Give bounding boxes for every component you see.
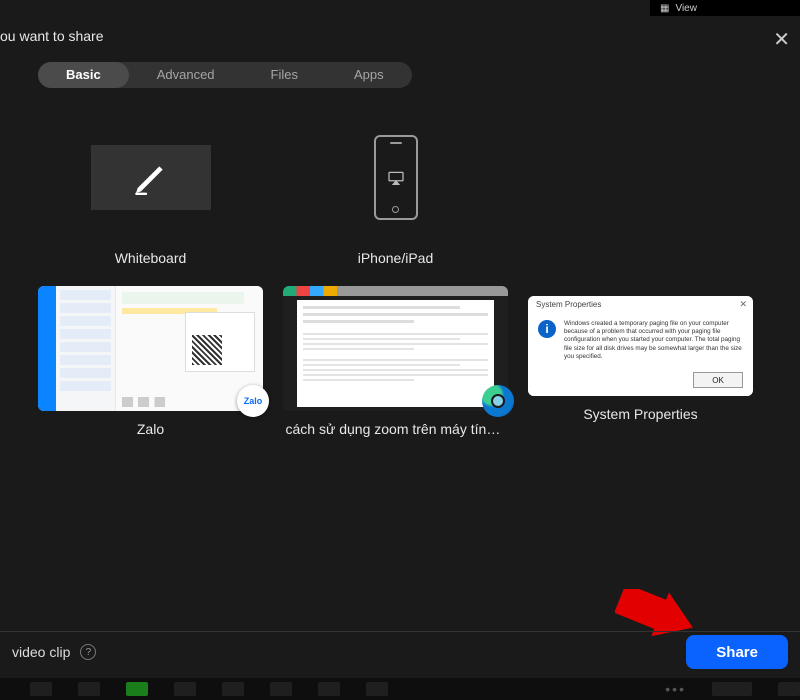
- taskbar-item: [318, 682, 340, 696]
- whiteboard-thumbnail: [38, 115, 263, 240]
- sysprops-ok-button: OK: [693, 372, 743, 388]
- share-category-tabs: Basic Advanced Files Apps: [38, 62, 412, 88]
- tab-basic[interactable]: Basic: [38, 62, 129, 88]
- edge-window-thumbnail: [283, 286, 508, 411]
- dialog-footer: video clip ? Share: [0, 632, 800, 672]
- taskbar-item: [174, 682, 196, 696]
- sysprops-label: System Properties: [583, 406, 697, 422]
- iphone-label: iPhone/iPad: [358, 250, 434, 266]
- share-option-whiteboard[interactable]: Whiteboard: [38, 115, 263, 266]
- taskbar-item: [712, 682, 752, 696]
- edge-label: cách sử dụng zoom trên máy tính...: [286, 421, 506, 437]
- airplay-icon: [387, 171, 405, 185]
- zalo-window-thumbnail: [38, 286, 263, 411]
- sysprops-close-icon: ✕: [739, 299, 747, 310]
- footer-left-text: video clip: [12, 644, 70, 660]
- view-label: View: [675, 3, 697, 14]
- edge-app-icon: [482, 385, 514, 417]
- whiteboard-label: Whiteboard: [115, 250, 187, 266]
- os-taskbar-fragment: •••: [0, 678, 800, 700]
- taskbar-item: [222, 682, 244, 696]
- share-option-edge-window[interactable]: cách sử dụng zoom trên máy tính...: [283, 286, 508, 437]
- share-option-iphone-ipad[interactable]: iPhone/iPad: [283, 115, 508, 266]
- tab-advanced[interactable]: Advanced: [129, 62, 243, 88]
- sysprops-body-text: Windows created a temporary paging file …: [564, 320, 743, 361]
- iphone-thumbnail: [283, 115, 508, 240]
- sysprops-dialog-title: System Properties: [536, 300, 601, 309]
- pen-icon: [131, 158, 171, 198]
- taskbar-item: [126, 682, 148, 696]
- help-icon[interactable]: ?: [80, 644, 96, 660]
- tab-apps[interactable]: Apps: [326, 62, 412, 88]
- system-properties-thumbnail: System Properties ✕ i Windows created a …: [528, 296, 753, 396]
- taskbar-item: [270, 682, 292, 696]
- taskbar-item: [78, 682, 100, 696]
- taskbar-overflow-icon: •••: [665, 681, 686, 697]
- zalo-app-icon: Zalo: [237, 385, 269, 417]
- share-source-grid: Whiteboard iPhone/iPad: [38, 115, 782, 437]
- floating-toolbar-fragment: ▦ View: [650, 0, 800, 16]
- taskbar-item: [366, 682, 388, 696]
- zalo-label: Zalo: [137, 421, 164, 437]
- taskbar-item: [778, 682, 800, 696]
- share-button[interactable]: Share: [686, 635, 788, 669]
- info-icon: i: [538, 320, 556, 338]
- phone-outline-icon: [374, 135, 418, 220]
- taskbar-item: [30, 682, 52, 696]
- share-option-zalo[interactable]: Zalo Zalo: [38, 286, 263, 437]
- tab-files[interactable]: Files: [243, 62, 326, 88]
- dialog-title: ou want to share: [0, 28, 104, 44]
- share-option-system-properties[interactable]: System Properties ✕ i Windows created a …: [528, 286, 753, 437]
- grid-view-icon: ▦: [660, 3, 669, 14]
- close-icon[interactable]: ✕: [773, 30, 790, 50]
